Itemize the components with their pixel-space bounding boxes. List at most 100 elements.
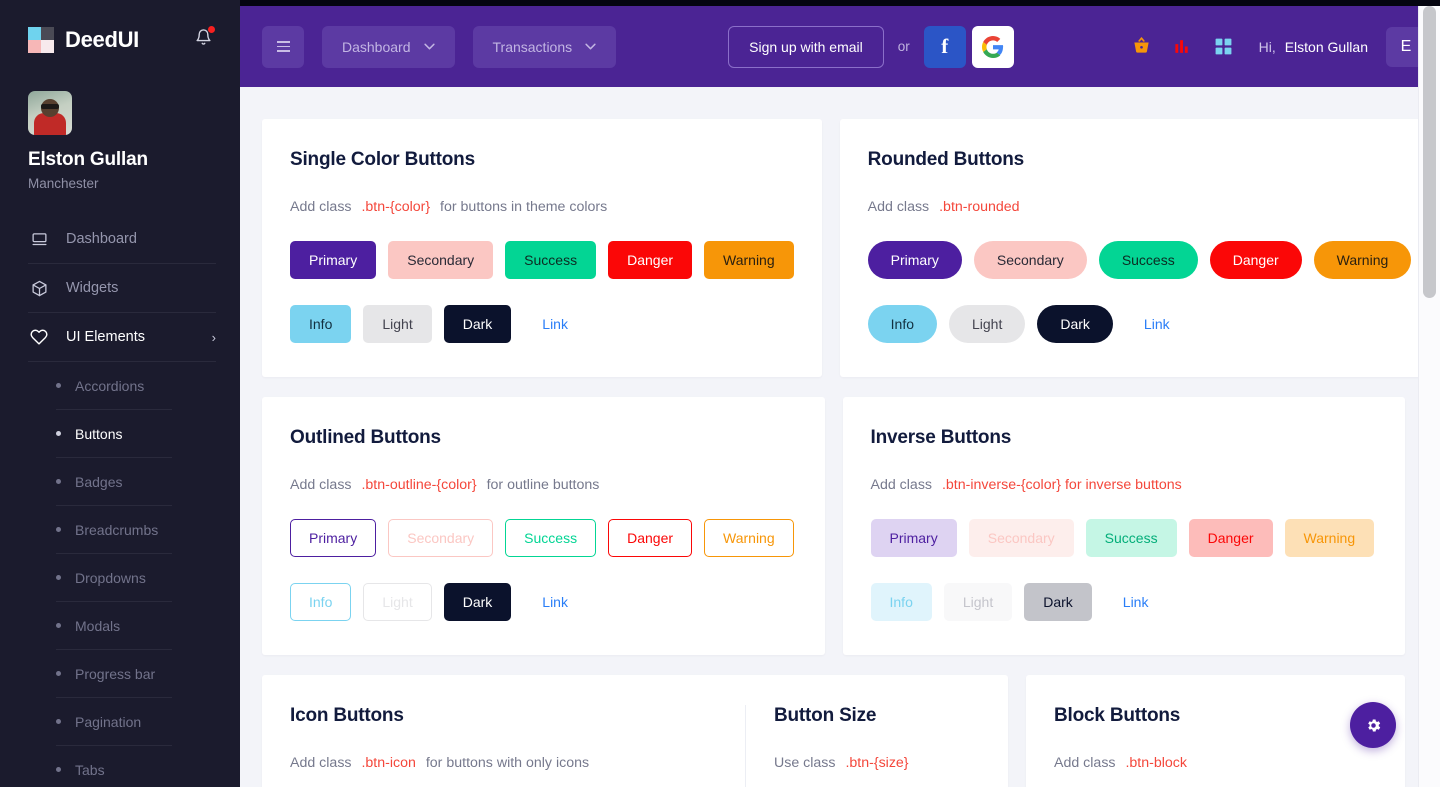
button-outline-light[interactable]: Light [363, 583, 432, 621]
button-outline-danger[interactable]: Danger [608, 519, 693, 557]
topbar: Dashboard Transactions Sign up with emai… [240, 6, 1440, 87]
card-rounded-buttons: Rounded Buttons Add class .btn-rounded P… [839, 119, 1440, 377]
button-row: Primary Secondary Success Danger Warning [290, 519, 797, 557]
facebook-login-button[interactable]: f [923, 25, 966, 68]
button-info[interactable]: Info [290, 305, 352, 343]
sidebar-item-tabs[interactable]: Tabs [56, 746, 240, 787]
button-outline-info[interactable]: Info [290, 583, 352, 621]
vertical-scrollbar-track[interactable] [1418, 6, 1440, 787]
sidebar-subitem-label: Breadcrumbs [75, 521, 159, 538]
bullet-icon [56, 719, 61, 724]
sidebar-item-breadcrumbs[interactable]: Breadcrumbs [56, 506, 240, 553]
button-outline-secondary[interactable]: Secondary [388, 519, 494, 557]
analytics-button[interactable] [1173, 37, 1192, 56]
apps-grid-button[interactable] [1214, 37, 1233, 56]
brand-name: DeedUI [65, 26, 139, 52]
button-danger[interactable]: Danger [608, 241, 693, 279]
card-title: Outlined Buttons [290, 427, 441, 448]
vertical-scrollbar-thumb[interactable] [1423, 6, 1436, 298]
button-primary[interactable]: Primary [867, 241, 962, 279]
sidebar-item-progress-bar[interactable]: Progress bar [56, 650, 240, 697]
sidebar-item-dropdowns[interactable]: Dropdowns [56, 554, 240, 601]
button-outline-link[interactable]: Link [523, 583, 587, 621]
brand-logo[interactable]: DeedUI [28, 26, 139, 53]
shopping-basket-button[interactable] [1132, 37, 1151, 56]
main-region: Dashboard Transactions Sign up with emai… [240, 0, 1440, 787]
button-dark[interactable]: Dark [1037, 305, 1113, 343]
monitor-icon [28, 231, 50, 248]
bullet-icon [56, 767, 61, 772]
settings-fab-button[interactable] [1350, 702, 1396, 748]
card-title: Icon Buttons [290, 705, 404, 726]
sidebar-subitem-label: Progress bar [75, 665, 156, 682]
card-block-buttons: Block Buttons Add class .btn-block [1026, 675, 1405, 787]
button-success[interactable]: Success [505, 241, 597, 279]
card-description: Add class .btn-icon for buttons with onl… [290, 755, 745, 771]
sidebar-subitem-label: Pagination [75, 713, 142, 730]
button-warning[interactable]: Warning [704, 241, 794, 279]
sidebar-item-modals[interactable]: Modals [56, 602, 240, 649]
button-inverse-success[interactable]: Success [1085, 519, 1177, 557]
bullet-icon [56, 575, 61, 580]
button-inverse-primary[interactable]: Primary [870, 519, 957, 557]
button-inverse-link[interactable]: Link [1104, 583, 1168, 621]
code-class: .btn-{size} [845, 755, 909, 771]
button-warning[interactable]: Warning [1313, 241, 1412, 279]
topbar-menu-transactions[interactable]: Transactions [472, 25, 617, 68]
button-inverse-secondary[interactable]: Secondary [968, 519, 1074, 557]
sidebar-subitem-label: Badges [75, 473, 123, 490]
notification-bell-button[interactable] [191, 26, 216, 53]
signup-with-email-button[interactable]: Sign up with email [728, 25, 884, 68]
button-link[interactable]: Link [1125, 305, 1189, 343]
button-primary[interactable]: Primary [290, 241, 377, 279]
sidebar-item-widgets[interactable]: Widgets [0, 264, 240, 312]
sidebar-profile: Elston Gullan Manchester [0, 53, 240, 191]
code-class: .btn-icon [361, 755, 416, 771]
sidebar-item-accordions[interactable]: Accordions [56, 362, 240, 409]
topbar-user-name[interactable]: Elston Gullan [1285, 39, 1368, 55]
button-inverse-danger[interactable]: Danger [1188, 519, 1273, 557]
deedui-logo-icon [28, 26, 54, 53]
sidebar-subitem-label: Dropdowns [75, 569, 146, 586]
cards-row-2: Outlined Buttons Add class .btn-outline-… [262, 397, 1405, 655]
sidebar-item-dashboard[interactable]: Dashboard [0, 215, 240, 263]
button-info[interactable]: Info [867, 305, 937, 343]
button-secondary[interactable]: Secondary [388, 241, 494, 279]
button-inverse-light[interactable]: Light [943, 583, 1013, 621]
button-inverse-dark[interactable]: Dark [1024, 583, 1092, 621]
button-row: Primary Secondary Success Danger Warning [870, 519, 1378, 557]
button-inverse-info[interactable]: Info [870, 583, 932, 621]
desc-before: Add class [290, 199, 352, 215]
button-outline-warning[interactable]: Warning [704, 519, 794, 557]
grid-apps-icon [1215, 38, 1232, 55]
desc-before: Add class [867, 199, 930, 215]
button-outline-primary[interactable]: Primary [290, 519, 377, 557]
button-link[interactable]: Link [523, 305, 587, 343]
sidebar: DeedUI Elston Gullan Manchester Dashboar… [0, 0, 240, 787]
sidebar-item-ui-elements[interactable]: UI Elements › [0, 313, 240, 361]
button-secondary[interactable]: Secondary [973, 241, 1087, 279]
card-description: Add class .btn-outline-{color} for outli… [290, 477, 797, 493]
button-success[interactable]: Success [1098, 241, 1198, 279]
button-outline-success[interactable]: Success [505, 519, 597, 557]
sidebar-item-badges[interactable]: Badges [56, 458, 240, 505]
button-inverse-warning[interactable]: Warning [1284, 519, 1375, 557]
button-dark[interactable]: Dark [443, 305, 512, 343]
button-size-inner: Button Size Use class .btn-{size} [745, 705, 980, 787]
sidebar-item-pagination[interactable]: Pagination [56, 698, 240, 745]
button-row: Info Light Dark Link [290, 305, 794, 343]
card-description: Add class .btn-inverse-{color} for inver… [871, 477, 1378, 493]
button-light[interactable]: Light [949, 305, 1026, 343]
google-login-button[interactable] [971, 25, 1014, 68]
desc-after: for buttons in theme colors [440, 199, 608, 215]
hamburger-menu-button[interactable] [262, 25, 304, 68]
button-danger[interactable]: Danger [1209, 241, 1302, 279]
sidebar-item-buttons[interactable]: Buttons [56, 410, 240, 457]
card-title: Rounded Buttons [867, 149, 1025, 170]
bullet-icon [56, 431, 61, 436]
card-title: Button Size [774, 705, 877, 726]
topbar-menu-dashboard[interactable]: Dashboard [322, 25, 455, 68]
button-light[interactable]: Light [363, 305, 432, 343]
content-area: Single Color Buttons Add class .btn-{col… [240, 87, 1440, 787]
button-outline-dark[interactable]: Dark [443, 583, 512, 621]
